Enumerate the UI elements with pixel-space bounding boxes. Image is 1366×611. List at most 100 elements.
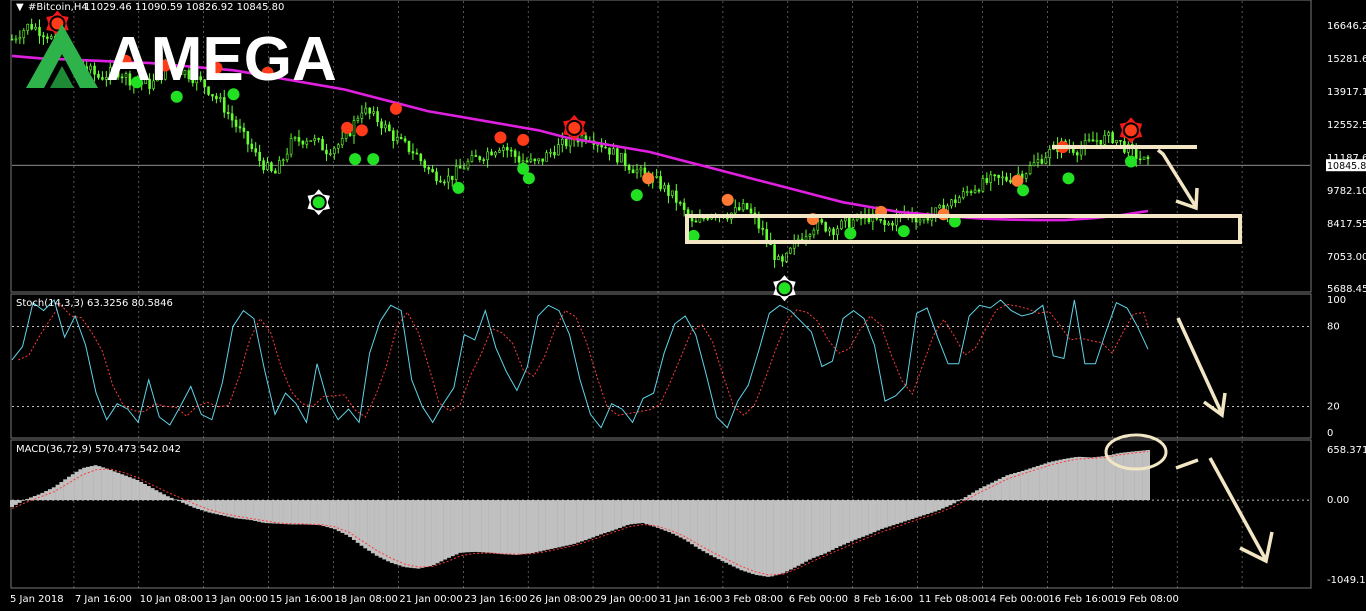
macd-histogram-bar: [553, 500, 558, 549]
candle-body: [1142, 156, 1146, 160]
chart-symbol: #Bitcoin,H4: [28, 2, 88, 13]
candle-body: [828, 228, 831, 232]
candle-body: [1095, 139, 1099, 142]
macd-histogram-bar: [952, 500, 957, 504]
sell-signal-dot: [721, 193, 734, 206]
macd-histogram-bar: [1051, 461, 1056, 501]
candle-body: [399, 137, 403, 140]
macd-histogram-bar: [804, 500, 809, 562]
macd-histogram-bar: [921, 500, 926, 516]
macd-histogram-bar: [868, 500, 873, 534]
macd-histogram-bar: [769, 500, 774, 577]
candle-body: [616, 148, 619, 163]
candle-body: [954, 199, 957, 203]
macd-histogram-bar: [948, 500, 953, 506]
candle-body: [325, 149, 328, 155]
macd-histogram-bar: [116, 472, 121, 501]
macd-histogram-bar: [1096, 456, 1101, 501]
macd-histogram-bar: [773, 500, 778, 576]
candle-body: [812, 229, 816, 236]
down-arrow-icon: [1156, 148, 1198, 208]
macd-histogram-bar: [279, 500, 284, 524]
macd-histogram-bar: [55, 484, 60, 501]
macd-histogram-bar: [454, 500, 459, 555]
macd-histogram-bar: [496, 500, 501, 554]
candle-body: [1091, 139, 1095, 142]
macd-histogram-bar: [640, 500, 645, 524]
candle-body: [533, 158, 537, 162]
macd-histogram-bar: [245, 500, 250, 520]
candle-body: [1107, 132, 1110, 136]
candle-body: [297, 137, 301, 142]
macd-histogram-bar: [902, 500, 907, 522]
candle-body: [564, 138, 568, 147]
macd-histogram-bar: [484, 500, 489, 553]
macd-histogram-bar: [488, 500, 493, 553]
macd-histogram-bar: [899, 500, 904, 523]
candle-body: [667, 184, 670, 196]
macd-histogram-bar: [530, 500, 535, 554]
candle-body: [891, 222, 894, 226]
macd-histogram-bar: [674, 500, 679, 536]
macd-histogram-bar: [427, 500, 432, 567]
candle-body: [619, 153, 623, 163]
candle-body: [517, 156, 521, 163]
sell-signal-dot: [494, 131, 507, 144]
macd-histogram-bar: [876, 500, 881, 531]
candle-body: [808, 234, 812, 237]
macd-histogram-bar: [1035, 465, 1040, 501]
candle-body: [486, 151, 489, 161]
candle-body: [981, 178, 985, 192]
macd-tick-label: 658.371: [1327, 445, 1366, 456]
macd-histogram-bar: [310, 500, 315, 525]
candle-body: [470, 155, 474, 162]
macd-histogram-bar: [351, 500, 356, 540]
macd-histogram-bar: [465, 500, 470, 553]
macd-histogram-bar: [355, 500, 360, 543]
candle-body: [242, 127, 246, 132]
sell-signal-dot: [355, 124, 368, 137]
macd-histogram-bar: [693, 500, 698, 547]
candle-body: [1048, 149, 1052, 159]
macd-histogram-bar: [78, 469, 83, 501]
candle-body: [352, 120, 356, 137]
macd-histogram-bar: [572, 500, 577, 544]
candle-body: [788, 247, 792, 254]
macd-histogram-bar: [44, 491, 49, 501]
macd-histogram-bar: [788, 500, 793, 570]
candle-body: [773, 244, 776, 260]
macd-histogram-bar: [260, 500, 265, 523]
candle-body: [18, 37, 22, 40]
macd-histogram-bar: [142, 483, 147, 501]
candle-body: [659, 176, 662, 190]
macd-histogram-bar: [910, 500, 915, 519]
macd-histogram-bar: [203, 500, 208, 512]
amega-logo-icon: AMEGA: [26, 24, 337, 94]
candle-body: [509, 149, 513, 152]
candle-body: [820, 219, 824, 223]
buy-signal-dot: [844, 227, 857, 240]
candle-body: [1134, 147, 1138, 160]
macd-histogram-bar: [424, 500, 429, 568]
macd-histogram-bar: [671, 500, 676, 534]
macd-histogram-bar: [690, 500, 695, 545]
macd-histogram-bar: [272, 500, 277, 524]
candle-body: [494, 151, 497, 156]
macd-histogram-bar: [644, 500, 649, 525]
header-arrow-icon[interactable]: ▼: [16, 2, 24, 13]
macd-histogram-bar: [534, 500, 539, 553]
macd-histogram-bar: [823, 500, 828, 554]
macd-histogram-bar: [625, 500, 630, 526]
macd-histogram-bar: [1070, 457, 1075, 501]
candle-body: [1079, 147, 1083, 156]
candle-body: [694, 220, 698, 223]
candle-body: [454, 166, 458, 180]
macd-histogram-bar: [682, 500, 687, 540]
arrow-head-icon: [1239, 531, 1274, 564]
macd-histogram-bar: [564, 500, 569, 546]
candle-body: [781, 256, 784, 262]
x-tick-label: 8 Feb 16:00: [854, 594, 913, 605]
candle-body: [360, 112, 364, 119]
candle-body: [482, 159, 485, 161]
macd-histogram-bar: [473, 500, 478, 552]
